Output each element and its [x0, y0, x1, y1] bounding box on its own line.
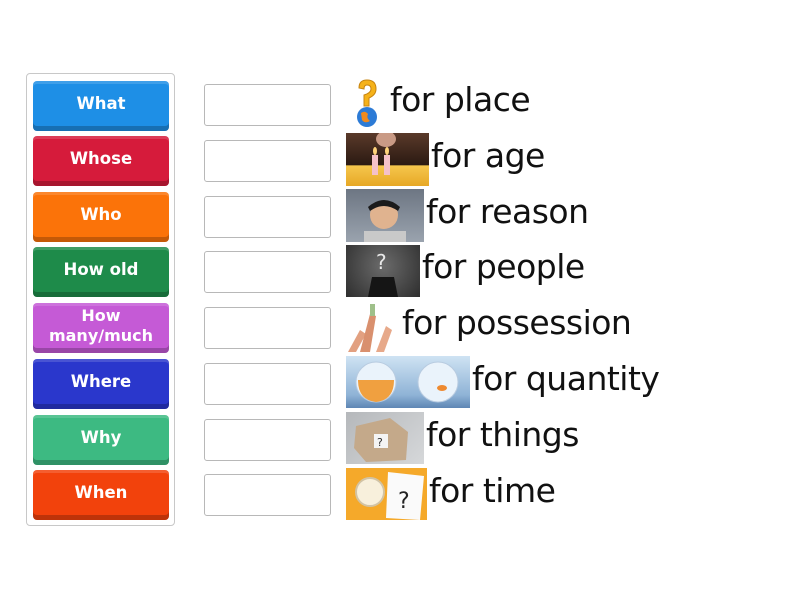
target-label-reason: for reason	[426, 192, 589, 231]
svg-text:?: ?	[398, 489, 410, 514]
target-label-things: for things	[426, 415, 579, 454]
drop-slot-7[interactable]	[204, 419, 331, 461]
drop-slot-2[interactable]	[204, 140, 331, 182]
question-globe-image	[352, 78, 382, 128]
tile-whose[interactable]: Whose	[33, 136, 169, 186]
target-label-possession: for possession	[402, 303, 632, 342]
reaching-hands-image	[346, 302, 400, 353]
alarm-clock-notebook-image: ?	[346, 468, 427, 520]
word-bank: What Whose Who How old How many/much Whe…	[26, 73, 175, 526]
tile-where[interactable]: Where	[33, 359, 169, 409]
svg-text:?: ?	[376, 250, 387, 274]
drop-slot-5[interactable]	[204, 307, 331, 349]
tile-what[interactable]: What	[33, 81, 169, 131]
drop-slot-1[interactable]	[204, 84, 331, 126]
target-label-place: for place	[390, 80, 531, 119]
tile-who[interactable]: Who	[33, 192, 169, 242]
drop-slot-4[interactable]	[204, 251, 331, 293]
tile-when[interactable]: When	[33, 470, 169, 520]
drop-slot-6[interactable]	[204, 363, 331, 405]
question-head-man-image: ?	[346, 245, 420, 297]
drop-slot-3[interactable]	[204, 196, 331, 238]
svg-text:?: ?	[377, 436, 383, 449]
mystery-box-image: ?	[346, 412, 424, 464]
drop-slot-8[interactable]	[204, 474, 331, 516]
birthday-candles-image	[346, 133, 429, 186]
tile-why[interactable]: Why	[33, 415, 169, 465]
confused-man-image	[346, 189, 424, 242]
tile-how-old[interactable]: How old	[33, 247, 169, 297]
target-label-age: for age	[431, 136, 545, 175]
fish-bowls-image	[346, 356, 470, 408]
target-label-time: for time	[429, 471, 556, 510]
tile-how-many-much[interactable]: How many/much	[33, 303, 169, 353]
target-label-quantity: for quantity	[472, 359, 660, 398]
target-label-people: for people	[422, 247, 585, 286]
